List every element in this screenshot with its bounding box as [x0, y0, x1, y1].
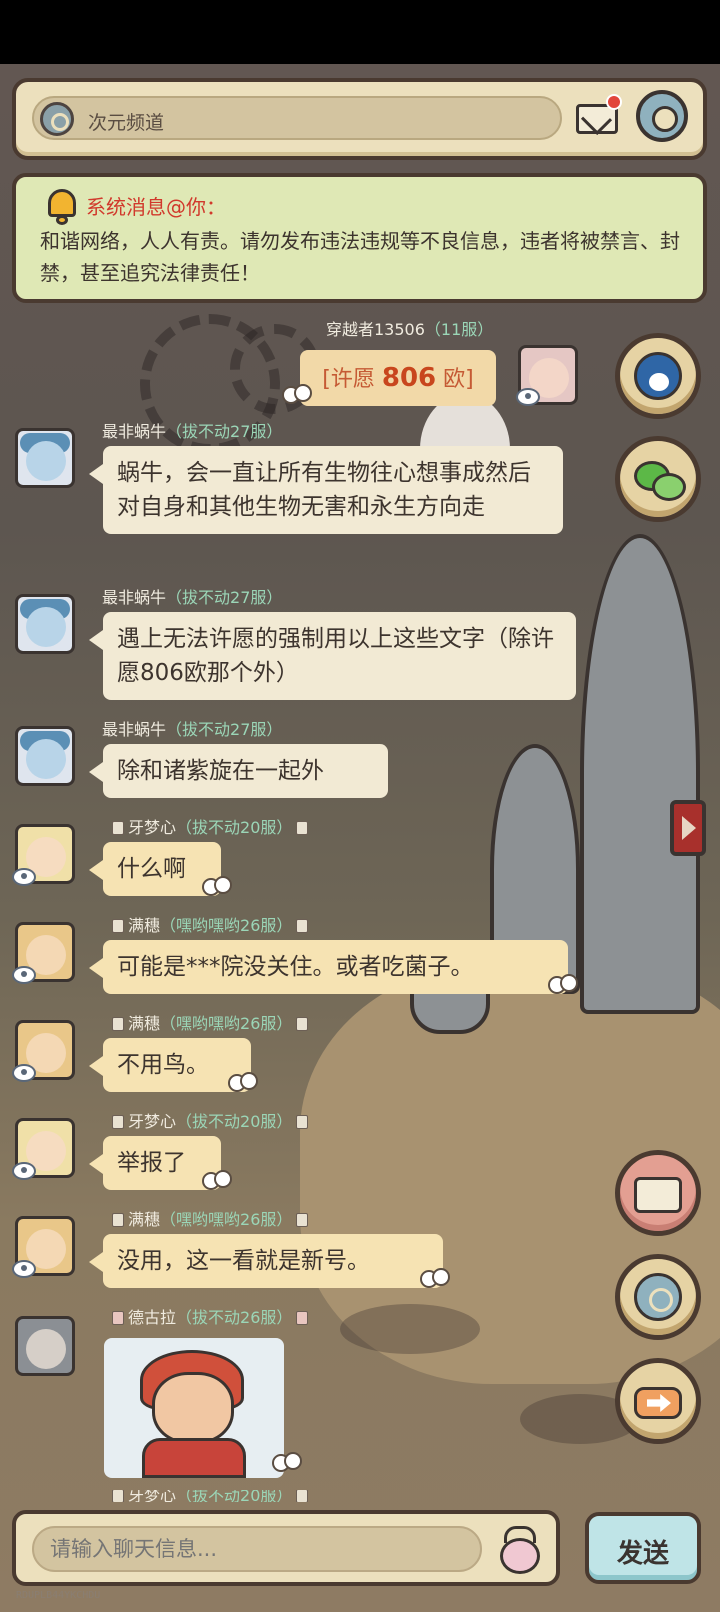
message-bubble[interactable]: 没用，这一看就是新号。 [89, 1234, 443, 1288]
badge-icon [112, 1213, 124, 1227]
badge-icon [112, 1311, 124, 1325]
message-sender: 最非蜗牛（拔不动27服） [102, 720, 283, 739]
chat-input[interactable] [32, 1526, 482, 1572]
message-sender: 牙梦心（拔不动20服） [108, 1108, 312, 1132]
bell-icon [44, 183, 80, 227]
mail-compose-icon [634, 1177, 682, 1213]
send-label: 发送 [616, 1539, 669, 1569]
wish-value: 806 [381, 363, 437, 393]
next-arrow-icon [634, 1387, 682, 1419]
message-bubble[interactable]: 遇上无法许愿的强制用以上这些文字（除许愿806欧那个外） [89, 612, 576, 700]
channel-header: 次元频道 [12, 78, 707, 160]
message-bubble[interactable]: 蜗牛，会一直让所有生物往心想事成然后对自身和其他生物无害和永生方向走 [89, 446, 563, 534]
channel-selector[interactable]: 次元频道 [32, 96, 562, 140]
badge-icon [296, 1490, 309, 1502]
message-sender: 满穗（嘿哟嘿哟26服） [108, 912, 312, 936]
eye-icon [12, 1064, 36, 1082]
avatar[interactable] [15, 1316, 75, 1376]
chat-input-bar [12, 1510, 560, 1586]
play-icon[interactable] [670, 800, 706, 856]
message-bubble[interactable]: 除和诸紫旋在一起外 [89, 744, 388, 798]
status-bar [0, 0, 720, 64]
badge-icon [112, 919, 124, 933]
message-sender: 满穗（嘿哟嘿哟26服） [108, 1010, 312, 1034]
system-message-body: 和谐网络，人人有责。请勿发布违法违规等不良信息，违者将被禁言、封禁，甚至追究法律… [40, 229, 680, 285]
settings-button[interactable] [636, 90, 688, 142]
speech-icon [228, 1072, 258, 1092]
mail-compose-button[interactable] [615, 1150, 701, 1236]
message-sender: 穿越者13506（11服） [326, 320, 494, 339]
background-rock [340, 1304, 480, 1354]
avatar[interactable] [15, 726, 75, 786]
speech-icon [202, 876, 232, 896]
message-sender: 最非蜗牛（拔不动27服） [102, 422, 283, 441]
avatar[interactable] [15, 594, 75, 654]
wechat-share-icon [634, 455, 686, 503]
qq-share-icon [634, 352, 682, 400]
next-button[interactable] [615, 1358, 701, 1444]
qq-share-button[interactable] [615, 333, 701, 419]
eye-icon [12, 1260, 36, 1278]
notification-dot [606, 94, 622, 110]
system-message-title: 系统消息@你： [86, 195, 226, 219]
portal-icon [40, 102, 74, 136]
mail-button[interactable] [576, 94, 622, 136]
eye-icon [12, 868, 36, 886]
wish-bubble[interactable]: [许愿 806 欧] [300, 350, 496, 406]
eye-icon [12, 966, 36, 984]
speech-icon [202, 1170, 232, 1190]
eye-icon [12, 1162, 36, 1180]
badge-icon [296, 1115, 309, 1129]
channel-name: 次元频道 [88, 112, 165, 134]
speech-icon [282, 384, 312, 404]
refresh-button[interactable] [615, 1254, 701, 1340]
emoji-icon[interactable] [496, 1526, 540, 1574]
avatar[interactable] [15, 428, 75, 488]
message-bubble[interactable]: 可能是***院没关住。或者吃菌子。 [89, 940, 568, 994]
badge-icon [112, 1490, 124, 1502]
speech-icon [272, 1452, 302, 1472]
message-sender: 最非蜗牛（拔不动27服） [102, 588, 283, 607]
badge-icon [296, 919, 309, 933]
badge-icon [296, 1017, 309, 1031]
speech-icon [548, 974, 578, 994]
system-message: 系统消息@你： 和谐网络，人人有责。请勿发布违法违规等不良信息，违者将被禁言、封… [12, 173, 707, 303]
badge-icon [296, 821, 309, 835]
eye-icon [516, 388, 540, 406]
badge-icon [296, 1311, 309, 1325]
message-sender: 满穗（嘿哟嘿哟26服） [108, 1206, 312, 1230]
background-tower [580, 534, 700, 1014]
badge-icon [112, 821, 124, 835]
send-button[interactable]: 发送 [585, 1512, 701, 1584]
badge-icon [296, 1213, 309, 1227]
message-sender: 牙梦心（拔不动20服） [108, 1490, 312, 1502]
badge-icon [112, 1115, 124, 1129]
watermark: RDUPLB44YKCHDU [16, 1590, 101, 1601]
speech-icon [420, 1268, 450, 1288]
message-sender: 牙梦心（拔不动20服） [108, 814, 312, 838]
face-palm-sticker[interactable] [104, 1338, 284, 1478]
message-sender: 德古拉（拔不动26服） [108, 1304, 312, 1328]
wechat-share-button[interactable] [615, 436, 701, 522]
refresh-icon [634, 1273, 682, 1321]
badge-icon [112, 1017, 124, 1031]
partial-message: 牙梦心（拔不动20服） [0, 1490, 720, 1502]
